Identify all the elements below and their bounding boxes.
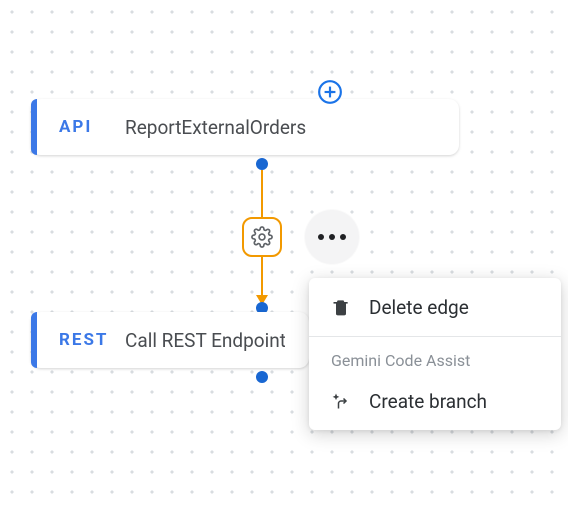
port-dot[interactable]: [256, 371, 268, 383]
edge-context-menu: Delete edge Gemini Code Assist Create br…: [309, 278, 561, 430]
more-icon: [318, 234, 346, 240]
node-accent-bar: [31, 99, 37, 155]
gear-icon: [251, 226, 273, 248]
node-rest[interactable]: REST Call REST Endpoint: [31, 312, 309, 368]
edge-segment[interactable]: [261, 257, 263, 295]
menu-item-create-branch[interactable]: Create branch: [309, 372, 561, 430]
node-label-api: ReportExternalOrders: [125, 116, 306, 139]
edge-settings-button[interactable]: [242, 217, 282, 257]
node-api[interactable]: API ReportExternalOrders: [31, 99, 459, 155]
menu-item-delete-edge[interactable]: Delete edge: [309, 278, 561, 336]
plus-circle-icon: [317, 79, 343, 105]
menu-item-label: Delete edge: [369, 296, 469, 319]
node-tag-api: API: [59, 117, 115, 137]
node-accent-bar: [31, 312, 37, 368]
menu-item-label: Create branch: [369, 390, 487, 413]
menu-section-header: Gemini Code Assist: [309, 337, 561, 372]
node-label-rest: Call REST Endpoint: [125, 329, 285, 352]
trash-icon: [331, 297, 351, 317]
add-node-button[interactable]: [316, 78, 344, 106]
edge-more-button[interactable]: [305, 210, 359, 264]
edge-segment[interactable]: [261, 170, 263, 217]
port-dot[interactable]: [256, 158, 268, 170]
sparkle-branch-icon: [331, 391, 351, 411]
node-tag-rest: REST: [59, 330, 115, 350]
